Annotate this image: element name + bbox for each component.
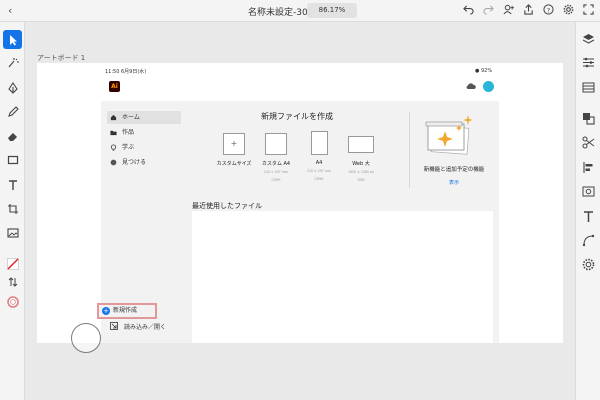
align-icon[interactable] (582, 159, 595, 173)
template-label: カスタムサイズ (216, 161, 252, 167)
swap-colors-icon[interactable] (3, 272, 22, 291)
sidebar-item-label: 見つける (122, 159, 147, 166)
touch-shortcut-circle[interactable] (71, 323, 101, 353)
share-icon[interactable] (502, 4, 514, 16)
rectangle-tool-icon[interactable] (3, 150, 22, 169)
plugins-gear-icon[interactable] (582, 256, 595, 271)
wifi-icon: ● (475, 68, 480, 74)
pen-tool-icon[interactable] (3, 78, 22, 97)
sidebar-item-label: ホーム (122, 114, 140, 121)
fill-color-swatch[interactable] (3, 292, 22, 311)
pathfinder-icon[interactable] (582, 110, 595, 125)
discover-icon (110, 159, 117, 166)
open-import-button[interactable]: 読み込み／開く (110, 322, 166, 331)
help-icon[interactable]: ? (542, 4, 554, 16)
eraser-tool-icon[interactable] (3, 126, 22, 145)
shape-builder-tool-icon[interactable] (3, 199, 22, 218)
zoom-level[interactable]: 86.17% (307, 3, 357, 18)
scissors-icon[interactable] (582, 134, 595, 149)
properties-sliders-icon[interactable] (582, 54, 595, 68)
template-mode: CMYK (314, 177, 324, 181)
sidebar-item-label: 学ぶ (122, 144, 135, 151)
open-import-label: 読み込み／開く (124, 324, 167, 331)
recent-files-title: 最近使用したファイル (192, 202, 262, 210)
whats-new-title: 新機能と追加予定の機能 (423, 167, 485, 173)
selection-tool-icon[interactable] (3, 30, 22, 49)
template-label: カスタム A4 (261, 161, 291, 167)
appearance-icon[interactable] (582, 79, 595, 93)
plus-icon: + (223, 133, 245, 155)
new-create-label: 新規作成 (113, 307, 138, 314)
folder-icon (110, 130, 117, 136)
template-web-large[interactable]: Web 大 1920 × 1080 px RGB (341, 133, 381, 183)
user-avatar[interactable] (483, 81, 494, 92)
template-size: 1920 × 1080 px (348, 170, 374, 174)
plus-circle-icon: + (102, 307, 110, 315)
template-mode: CMYK (271, 178, 281, 182)
layers-icon[interactable] (582, 30, 595, 44)
template-size: 210 × 297 mm (263, 170, 289, 174)
sidebar-item-discover[interactable]: 見つける (107, 156, 181, 169)
left-toolbar (0, 22, 25, 400)
document-icon (310, 131, 328, 155)
home-icon (110, 114, 117, 121)
undo-icon[interactable] (462, 4, 474, 16)
new-file-title: 新規ファイルを作成 (261, 112, 333, 121)
image-tool-icon[interactable] (3, 223, 22, 242)
stroke-color-swatch[interactable] (3, 254, 22, 273)
redo-icon[interactable] (482, 4, 494, 16)
document-icon (265, 133, 287, 155)
app-logo: Ai (109, 81, 120, 92)
top-bar: ‹ 名称未設定-30 86.17% ? (0, 0, 600, 22)
section-divider (409, 112, 410, 188)
battery-level: 92% (480, 68, 493, 74)
device-status-right: ● 92% (475, 68, 492, 74)
pencil-tool-icon[interactable] (3, 102, 22, 121)
browser-icon (348, 136, 374, 153)
template-label: A4 (315, 160, 323, 166)
template-mode: RGB (357, 178, 365, 182)
settings-gear-icon[interactable] (562, 4, 574, 16)
type-tool-icon[interactable] (3, 175, 22, 194)
sidebar-item-works[interactable]: 作品 (107, 126, 181, 139)
artboard-label: アートボード 1 (37, 54, 86, 62)
new-create-button[interactable]: + 新規作成 (97, 303, 157, 319)
whats-new-view-link[interactable]: 表示 (412, 179, 496, 186)
fullscreen-icon[interactable] (582, 4, 594, 16)
template-custom-size[interactable]: + カスタムサイズ (214, 133, 254, 170)
import-icon (110, 322, 118, 330)
top-icons: ? (462, 4, 594, 16)
document-title[interactable]: 名称未設定-30 (248, 5, 308, 18)
path-curve-icon[interactable] (582, 232, 595, 247)
recent-files-panel[interactable] (192, 211, 493, 343)
sidebar-item-label: 作品 (122, 129, 135, 136)
whats-new-illustration-icon (423, 113, 478, 158)
template-size: 210 × 297 mm (306, 169, 332, 173)
image-trace-icon[interactable] (582, 183, 595, 197)
template-label: Web 大 (352, 161, 370, 167)
right-toolbar (575, 22, 600, 400)
lightbulb-icon (110, 144, 117, 151)
svg-text:?: ? (546, 6, 549, 14)
back-chevron-icon[interactable]: ‹ (8, 4, 12, 17)
text-properties-icon[interactable] (582, 208, 595, 222)
sidebar-item-learn[interactable]: 学ぶ (107, 141, 181, 154)
direct-select-tool-icon[interactable] (3, 53, 22, 72)
template-custom-a4[interactable]: カスタム A4 210 × 297 mm CMYK (256, 133, 296, 183)
cloud-sync-icon[interactable] (466, 82, 476, 92)
sidebar-item-home[interactable]: ホーム (107, 111, 181, 124)
export-icon[interactable] (522, 4, 534, 16)
device-status-time: 11:50 6月9日(水) (105, 69, 147, 75)
template-a4[interactable]: A4 210 × 297 mm CMYK (299, 131, 339, 182)
